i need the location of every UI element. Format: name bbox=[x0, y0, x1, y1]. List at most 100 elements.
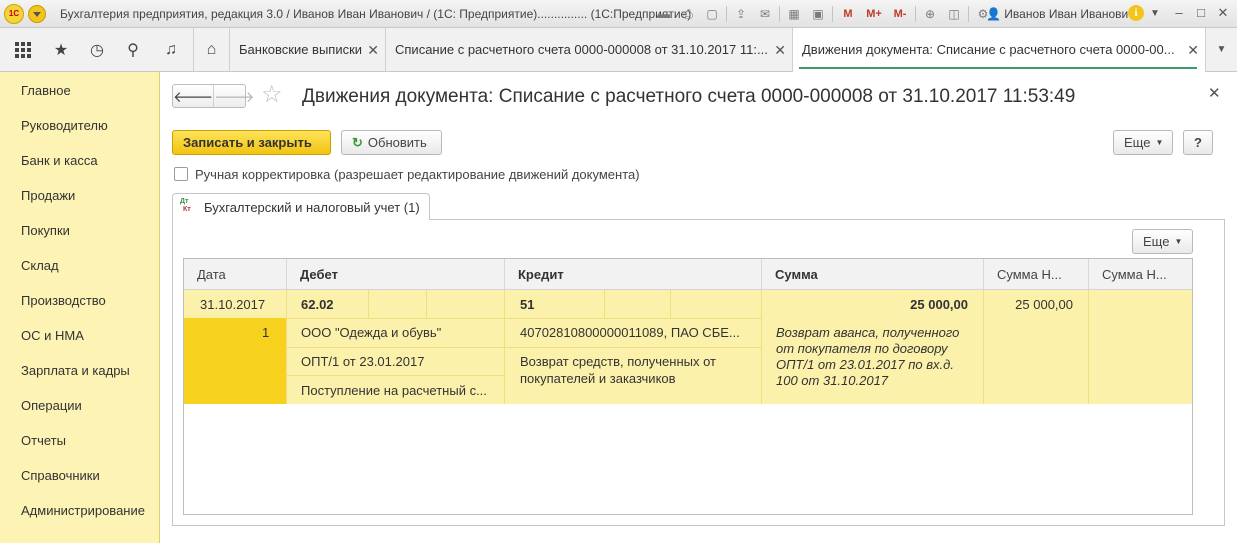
column-header-amount-tax[interactable]: Сумма Н... bbox=[984, 259, 1089, 290]
grid-more-button[interactable]: Еще ▼ bbox=[1132, 229, 1193, 254]
close-icon[interactable]: ✕ bbox=[1214, 5, 1232, 21]
calendar-icon[interactable]: ▣ bbox=[808, 5, 828, 23]
tab-label: Банковские выписки bbox=[239, 42, 363, 57]
toolbar-separator bbox=[832, 6, 833, 22]
cell-credit-subconto-1: 40702810800000011089, ПАО СБЕ... bbox=[520, 325, 740, 340]
maximize-icon[interactable]: □ bbox=[1192, 5, 1210, 20]
column-header-amount-tax-2[interactable]: Сумма Н... bbox=[1089, 259, 1192, 290]
calculator-icon[interactable]: ▦ bbox=[784, 5, 804, 23]
sidebar: Главное Руководителю Банк и касса Продаж… bbox=[0, 72, 160, 543]
more-button[interactable]: Еще ▼ bbox=[1113, 130, 1173, 155]
debit-credit-icon: Дт Кт bbox=[180, 198, 191, 213]
mail-icon[interactable]: ✉ bbox=[755, 5, 775, 23]
sidebar-item-fixed-assets[interactable]: ОС и НМА bbox=[21, 328, 84, 343]
sidebar-item-administration[interactable]: Администрирование bbox=[21, 503, 145, 518]
caret-down-icon: ▼ bbox=[1155, 138, 1164, 147]
sidebar-item-payroll[interactable]: Зарплата и кадры bbox=[21, 363, 130, 378]
memory-minus-button[interactable]: M- bbox=[889, 5, 911, 23]
cell-debit-account: 62.02 bbox=[301, 297, 334, 312]
column-header-credit[interactable]: Кредит bbox=[505, 259, 762, 290]
panel-icon[interactable]: ◫ bbox=[944, 5, 964, 23]
forward-arrow-icon[interactable]: 🡒 bbox=[213, 85, 254, 107]
cell-date: 31.10.2017 bbox=[200, 297, 266, 312]
preview-icon[interactable]: ▢ bbox=[702, 5, 722, 23]
tab-close-icon[interactable]: ✕ bbox=[367, 28, 379, 72]
history-icon[interactable]: ◷ bbox=[86, 40, 108, 60]
refresh-button[interactable]: ↻ Обновить bbox=[341, 130, 442, 155]
print-icon[interactable]: ⎙ bbox=[678, 5, 698, 23]
more-label: Еще bbox=[1124, 135, 1151, 150]
tab-write-off-document[interactable]: Списание с расчетного счета 0000-000008 … bbox=[385, 28, 792, 72]
window-title-bar: 1С Бухгалтерия предприятия, редакция 3.0… bbox=[0, 0, 1237, 28]
user-name-label: Иванов Иван Иванович bbox=[1004, 7, 1135, 21]
manual-correction-checkbox[interactable] bbox=[174, 167, 188, 181]
cell-credit-account: 51 bbox=[520, 297, 535, 312]
search-icon[interactable]: ⚲ bbox=[122, 40, 144, 60]
main-menu-button[interactable] bbox=[28, 5, 46, 23]
sidebar-item-warehouse[interactable]: Склад bbox=[21, 258, 59, 273]
sidebar-item-references[interactable]: Справочники bbox=[21, 468, 100, 483]
toolbar-separator bbox=[779, 6, 780, 22]
sidebar-item-sales[interactable]: Продажи bbox=[21, 188, 75, 203]
apps-grid-icon[interactable] bbox=[12, 40, 34, 60]
upload-icon[interactable]: ⇪ bbox=[731, 5, 751, 23]
home-icon[interactable]: ⌂ bbox=[193, 28, 229, 72]
sidebar-item-operations[interactable]: Операции bbox=[21, 398, 82, 413]
column-header-date[interactable]: Дата bbox=[184, 259, 287, 290]
tab-label: Списание с расчетного счета 0000-000008 … bbox=[395, 42, 768, 57]
sidebar-item-main[interactable]: Главное bbox=[21, 83, 71, 98]
favorites-star-icon[interactable]: ★ bbox=[50, 40, 72, 60]
window-toolbar: ▬ ⎙ ▢ ⇪ ✉ ▦ ▣ M M+ M- ⊕ ◫ ⚙ bbox=[654, 4, 997, 24]
caret-down-icon: ▼ bbox=[1174, 237, 1183, 246]
form-content: 🡐 🡒 ☆ Движения документа: Списание с рас… bbox=[160, 72, 1237, 543]
cell-debit-subconto-2: ОПТ/1 от 23.01.2017 bbox=[301, 354, 425, 369]
window-title: Бухгалтерия предприятия, редакция 3.0 / … bbox=[60, 7, 692, 21]
memory-plus-button[interactable]: M+ bbox=[863, 5, 885, 23]
grid-more-label: Еще bbox=[1143, 234, 1170, 249]
column-header-debit[interactable]: Дебет bbox=[287, 259, 505, 290]
row-number-cell[interactable] bbox=[184, 318, 286, 404]
toolbar-separator bbox=[726, 6, 727, 22]
info-icon[interactable]: i bbox=[1128, 5, 1144, 21]
sidebar-item-production[interactable]: Производство bbox=[21, 293, 106, 308]
toolbar-separator bbox=[915, 6, 916, 22]
cell-amount-tax: 25 000,00 bbox=[1015, 297, 1073, 312]
navigation-buttons: 🡐 🡒 bbox=[172, 84, 254, 108]
page-title: Движения документа: Списание с расчетног… bbox=[302, 86, 1076, 107]
sidebar-item-bank-cash[interactable]: Банк и касса bbox=[21, 153, 98, 168]
back-arrow-icon[interactable]: 🡐 bbox=[173, 85, 213, 107]
cell-description: Возврат аванса, полученного от покупател… bbox=[776, 325, 960, 388]
cell-debit-subconto-1: ООО "Одежда и обувь" bbox=[301, 325, 442, 340]
tabs-dropdown-icon[interactable]: ▼ bbox=[1205, 28, 1237, 72]
close-form-icon[interactable]: ✕ bbox=[1208, 84, 1221, 102]
sidebar-item-purchases[interactable]: Покупки bbox=[21, 223, 70, 238]
1c-logo-icon: 1С bbox=[4, 4, 24, 24]
sidebar-item-management[interactable]: Руководителю bbox=[21, 118, 108, 133]
notifications-bell-icon[interactable]: ♫ bbox=[160, 40, 182, 60]
tab-bank-statements[interactable]: Банковские выписки ✕ bbox=[229, 28, 385, 72]
tab-close-icon[interactable]: ✕ bbox=[774, 28, 786, 72]
refresh-icon: ↻ bbox=[352, 135, 363, 150]
minimize-icon[interactable]: – bbox=[1170, 5, 1188, 20]
movements-table: Дата Дебет Кредит Сумма Сумма Н... Сумма… bbox=[183, 258, 1193, 515]
save-and-close-button[interactable]: Записать и закрыть bbox=[172, 130, 331, 155]
manual-correction-label: Ручная корректировка (разрешает редактир… bbox=[195, 167, 640, 182]
sidebar-item-reports[interactable]: Отчеты bbox=[21, 433, 66, 448]
help-button[interactable]: ? bbox=[1183, 130, 1213, 155]
cell-row-number: 1 bbox=[262, 325, 270, 340]
toolbar-separator bbox=[968, 6, 969, 22]
column-header-amount[interactable]: Сумма bbox=[762, 259, 984, 290]
favorite-star-icon[interactable]: ☆ bbox=[261, 82, 283, 108]
cell-credit-subconto-2: Возврат средств, полученных от покупател… bbox=[520, 354, 716, 386]
zoom-icon[interactable]: ⊕ bbox=[920, 5, 940, 23]
tab-close-icon[interactable]: ✕ bbox=[1187, 28, 1199, 72]
tab-document-movements[interactable]: Движения документа: Списание с расчетног… bbox=[792, 28, 1205, 72]
save-icon[interactable]: ▬ bbox=[654, 5, 674, 23]
tab-accounting-label: Бухгалтерский и налоговый учет (1) bbox=[204, 200, 420, 215]
chevron-down-icon[interactable]: ▼ bbox=[1150, 8, 1160, 19]
memory-button[interactable]: M bbox=[837, 5, 859, 23]
current-user[interactable]: 👤 Иванов Иван Иванович bbox=[986, 7, 1135, 21]
cell-debit-subconto-3: Поступление на расчетный с... bbox=[301, 383, 487, 398]
tab-accounting[interactable]: Дт Кт Бухгалтерский и налоговый учет (1) bbox=[172, 193, 430, 220]
tab-label: Движения документа: Списание с расчетног… bbox=[802, 42, 1175, 57]
